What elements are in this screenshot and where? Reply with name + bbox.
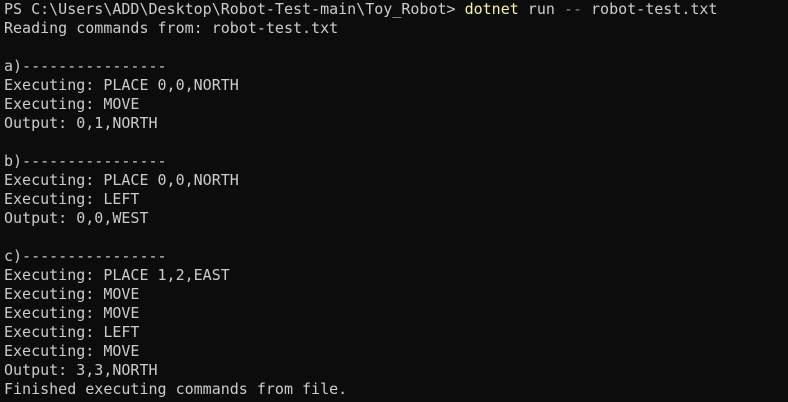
command-name: dotnet: [464, 0, 519, 18]
output-line: Output: 3,3,NORTH: [4, 361, 158, 379]
executing-line: Executing: PLACE 0,0,NORTH: [4, 171, 239, 189]
finished-line: Finished executing commands from file.: [4, 380, 348, 398]
output-line: Output: 0,1,NORTH: [4, 114, 158, 132]
command-flag: --: [563, 0, 582, 18]
executing-line: Executing: MOVE: [4, 285, 140, 303]
executing-line: Executing: LEFT: [4, 190, 140, 208]
executing-line: Executing: MOVE: [4, 304, 140, 322]
section-b: b)---------------- Executing: PLACE 0,0,…: [4, 152, 788, 228]
section-header: b)----------------: [4, 152, 167, 170]
section-c: c)---------------- Executing: PLACE 1,2,…: [4, 247, 788, 380]
section-header: a)----------------: [4, 57, 167, 75]
executing-line: Executing: MOVE: [4, 95, 140, 113]
prompt-line: PS C:\Users\ADD\Desktop\Robot-Test-main\…: [4, 0, 788, 19]
executing-line: Executing: PLACE 0,0,NORTH: [4, 76, 239, 94]
executing-line: Executing: PLACE 1,2,EAST: [4, 266, 230, 284]
section-a: a)---------------- Executing: PLACE 0,0,…: [4, 57, 788, 133]
output-line: Output: 0,0,WEST: [4, 209, 149, 227]
section-header: c)----------------: [4, 247, 167, 265]
executing-line: Executing: MOVE: [4, 342, 140, 360]
command-arg-run: run: [518, 0, 564, 18]
command-arg-file: robot-test.txt: [581, 0, 718, 18]
reading-line: Reading commands from: robot-test.txt: [4, 19, 339, 37]
prompt-path: PS C:\Users\ADD\Desktop\Robot-Test-main\…: [4, 0, 465, 18]
executing-line: Executing: LEFT: [4, 323, 140, 341]
terminal-window[interactable]: PS C:\Users\ADD\Desktop\Robot-Test-main\…: [0, 0, 788, 402]
